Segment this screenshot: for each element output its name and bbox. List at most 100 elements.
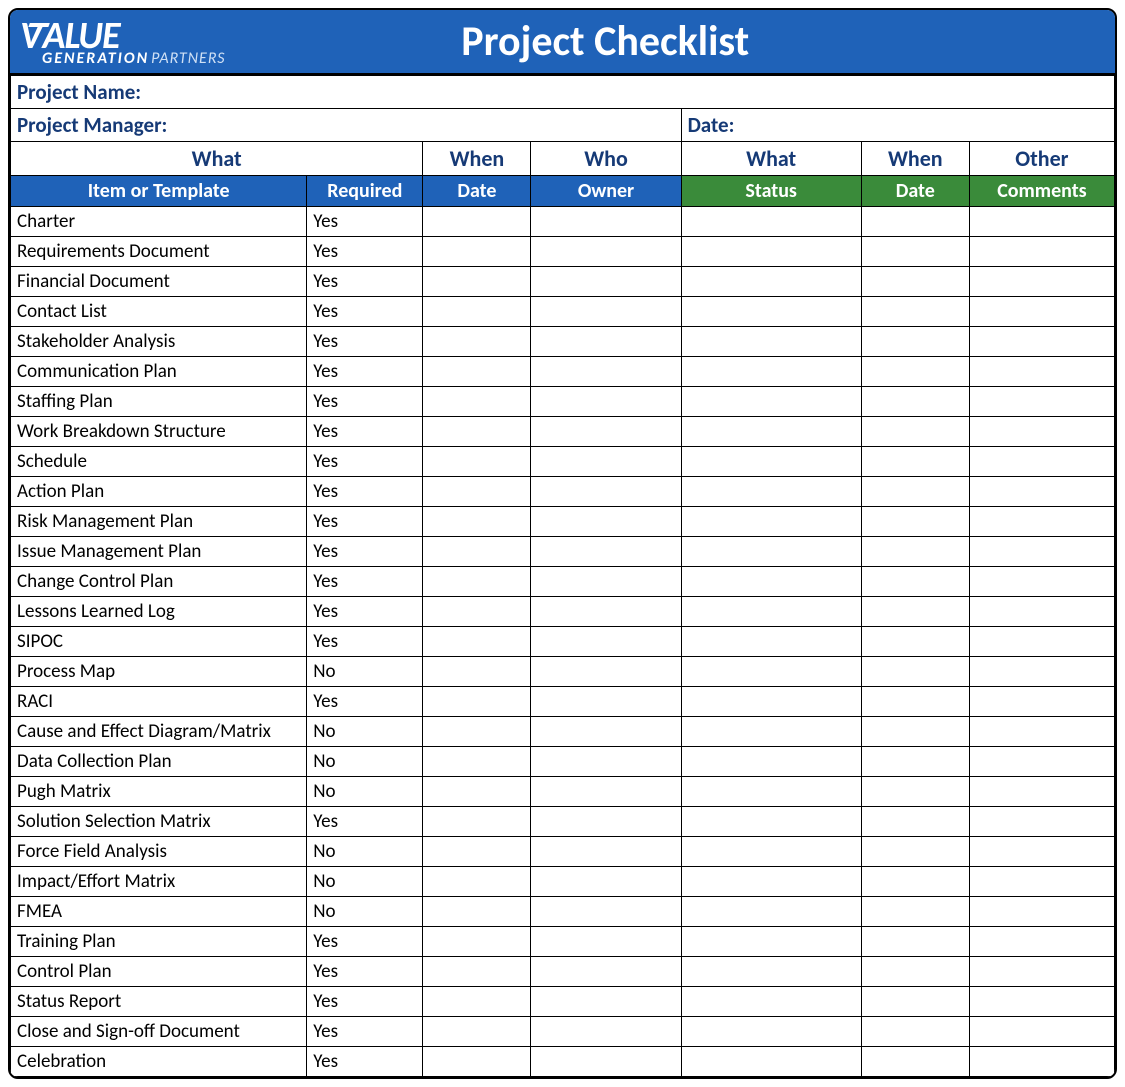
project-name-row: Project Name:	[11, 76, 1115, 109]
cell-date-2	[861, 807, 969, 837]
cell-date-2	[861, 357, 969, 387]
cell-date-1	[423, 267, 531, 297]
cell-item: Impact/Effort Matrix	[11, 867, 307, 897]
cell-status	[681, 357, 861, 387]
cell-status	[681, 267, 861, 297]
table-row: RACIYes	[11, 687, 1115, 717]
cell-owner	[531, 297, 681, 327]
project-manager-label: Project Manager:	[11, 109, 682, 142]
table-row: Requirements DocumentYes	[11, 237, 1115, 267]
cell-owner	[531, 327, 681, 357]
date-label: Date:	[681, 109, 1114, 142]
cell-item: Process Map	[11, 657, 307, 687]
cell-comments	[969, 357, 1114, 387]
cell-date-1	[423, 777, 531, 807]
cell-owner	[531, 927, 681, 957]
cell-date-1	[423, 477, 531, 507]
cell-comments	[969, 747, 1114, 777]
cell-item: Solution Selection Matrix	[11, 807, 307, 837]
cell-comments	[969, 537, 1114, 567]
cell-required: Yes	[307, 357, 423, 387]
cell-item: Stakeholder Analysis	[11, 327, 307, 357]
cell-item: Financial Document	[11, 267, 307, 297]
table-row: Action PlanYes	[11, 477, 1115, 507]
cell-item: Contact List	[11, 297, 307, 327]
cell-comments	[969, 717, 1114, 747]
cell-status	[681, 657, 861, 687]
cell-date-1	[423, 867, 531, 897]
cell-owner	[531, 897, 681, 927]
cell-date-2	[861, 897, 969, 927]
cell-owner	[531, 417, 681, 447]
cell-owner	[531, 837, 681, 867]
cell-date-2	[861, 747, 969, 777]
cell-status	[681, 417, 861, 447]
cell-owner	[531, 987, 681, 1017]
cell-date-2	[861, 627, 969, 657]
cell-item: Staffing Plan	[11, 387, 307, 417]
table-row: Process MapNo	[11, 657, 1115, 687]
cell-comments	[969, 417, 1114, 447]
cell-item: Risk Management Plan	[11, 507, 307, 537]
cell-required: Yes	[307, 267, 423, 297]
cell-comments	[969, 327, 1114, 357]
cell-date-1	[423, 957, 531, 987]
cell-required: Yes	[307, 477, 423, 507]
cell-item: RACI	[11, 687, 307, 717]
table-row: CharterYes	[11, 207, 1115, 237]
table-row: Data Collection PlanNo	[11, 747, 1115, 777]
group-other: Other	[969, 142, 1114, 176]
cell-date-2	[861, 777, 969, 807]
cell-owner	[531, 867, 681, 897]
cell-date-2	[861, 297, 969, 327]
cell-status	[681, 447, 861, 477]
group-what-1: What	[11, 142, 423, 176]
group-when-1: When	[423, 142, 531, 176]
cell-owner	[531, 777, 681, 807]
cell-status	[681, 867, 861, 897]
table-row: Pugh MatrixNo	[11, 777, 1115, 807]
cell-item: FMEA	[11, 897, 307, 927]
cell-comments	[969, 1017, 1114, 1047]
cell-status	[681, 987, 861, 1017]
table-row: Cause and Effect Diagram/MatrixNo	[11, 717, 1115, 747]
cell-date-1	[423, 927, 531, 957]
cell-date-2	[861, 687, 969, 717]
cell-comments	[969, 237, 1114, 267]
cell-status	[681, 237, 861, 267]
cell-date-1	[423, 837, 531, 867]
cell-item: Lessons Learned Log	[11, 597, 307, 627]
table-row: Communication PlanYes	[11, 357, 1115, 387]
logo: V ALUE GENERATION PARTNERS	[20, 17, 226, 67]
logo-generation: GENERATION	[42, 51, 149, 67]
cell-required: Yes	[307, 447, 423, 477]
cell-owner	[531, 447, 681, 477]
cell-status	[681, 687, 861, 717]
cell-date-2	[861, 537, 969, 567]
cell-date-1	[423, 387, 531, 417]
group-when-2: When	[861, 142, 969, 176]
cell-comments	[969, 507, 1114, 537]
cell-owner	[531, 807, 681, 837]
cell-item: SIPOC	[11, 627, 307, 657]
cell-item: Work Breakdown Structure	[11, 417, 307, 447]
cell-date-2	[861, 477, 969, 507]
cell-comments	[969, 1047, 1114, 1077]
cell-date-1	[423, 507, 531, 537]
table-row: Status ReportYes	[11, 987, 1115, 1017]
cell-required: Yes	[307, 297, 423, 327]
cell-required: No	[307, 867, 423, 897]
table-row: Stakeholder AnalysisYes	[11, 327, 1115, 357]
cell-required: Yes	[307, 927, 423, 957]
cell-date-2	[861, 267, 969, 297]
cell-date-2	[861, 927, 969, 957]
cell-required: No	[307, 897, 423, 927]
cell-required: Yes	[307, 957, 423, 987]
cell-owner	[531, 267, 681, 297]
cell-item: Action Plan	[11, 477, 307, 507]
cell-required: Yes	[307, 327, 423, 357]
cell-date-1	[423, 807, 531, 837]
cell-date-2	[861, 387, 969, 417]
cell-required: Yes	[307, 567, 423, 597]
cell-item: Pugh Matrix	[11, 777, 307, 807]
